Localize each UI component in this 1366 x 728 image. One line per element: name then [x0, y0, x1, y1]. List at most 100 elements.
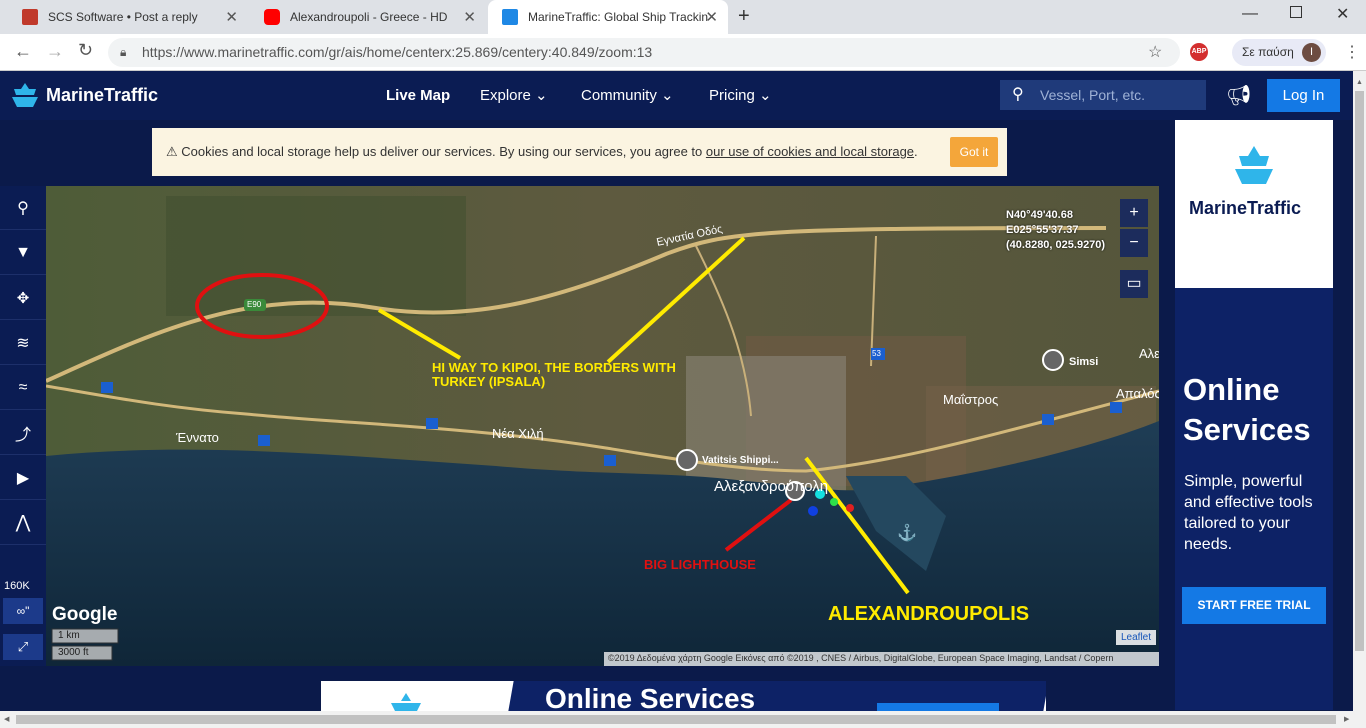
- bottom-advert-title: Online Services: [545, 683, 756, 711]
- scs-favicon-icon: [22, 9, 38, 25]
- start-free-trial-button[interactable]: START FREE TRIAL: [1182, 587, 1326, 624]
- advert-logo-area: MarineTraffic: [1175, 120, 1333, 288]
- filter-button[interactable]: ▼: [0, 231, 46, 275]
- address-bar: ← → ↻ 🔒︎ https://www.marinetraffic.com/g…: [0, 34, 1366, 71]
- map-icon: ▭: [1126, 275, 1142, 292]
- google-logo: Google: [52, 604, 118, 625]
- ship-logo-icon: [1235, 146, 1273, 184]
- avatar: I: [1302, 43, 1321, 62]
- map-search-button[interactable]: ⚲: [0, 186, 46, 230]
- megaphone-icon[interactable]: 📢︎: [1226, 83, 1251, 108]
- bottom-advert-button[interactable]: [877, 703, 999, 711]
- fleet-icon: ✥: [16, 289, 30, 307]
- leaflet-link[interactable]: Leaflet: [1116, 630, 1156, 645]
- route-53-label: 53: [872, 349, 881, 358]
- scroll-thumb[interactable]: [16, 715, 1336, 724]
- routes-button[interactable]: ⤴: [0, 411, 46, 455]
- nav-pricing[interactable]: Pricing ⌄: [709, 71, 772, 120]
- advert-body: Simple, powerful and effective tools tai…: [1184, 473, 1313, 553]
- close-tab-icon[interactable]: ✕: [705, 8, 718, 26]
- layers-button[interactable]: ≋: [0, 321, 46, 365]
- nav-explore[interactable]: Explore ⌄: [480, 71, 548, 120]
- scroll-thumb[interactable]: [1355, 91, 1364, 651]
- compass-icon: ⋀: [15, 512, 31, 532]
- nav-live-map[interactable]: Live Map: [386, 71, 450, 120]
- advert-logo-text: MarineTraffic: [1189, 198, 1302, 218]
- anchor-icon[interactable]: ⚓: [897, 523, 917, 543]
- nav-community[interactable]: Community ⌄: [581, 71, 674, 120]
- new-tab-icon[interactable]: +: [738, 5, 750, 28]
- bookmark-star-icon[interactable]: ☆: [1148, 38, 1162, 67]
- infinity-button[interactable]: ∞": [3, 598, 43, 624]
- back-icon[interactable]: ←: [14, 41, 32, 62]
- search-icon: ⚲: [17, 199, 29, 217]
- tab-marinetraffic[interactable]: MarineTraffic: Global Ship Trackin ✕: [488, 0, 728, 34]
- cookie-banner: ⚠ Cookies and local storage help us deli…: [152, 128, 1007, 176]
- browser-tab-bar: SCS Software • Post a reply ✕ Alexandrou…: [0, 0, 1366, 34]
- ship-logo-icon: [391, 693, 421, 711]
- zoom-out-button[interactable]: −: [1120, 229, 1148, 257]
- search-input[interactable]: ⚲ Vessel, Port, etc.: [1000, 80, 1206, 110]
- menu-kebab-icon[interactable]: ⋮: [1344, 42, 1360, 62]
- got-it-button[interactable]: Got it: [950, 137, 998, 167]
- map-type-button[interactable]: ▭: [1120, 270, 1148, 298]
- bottom-advert[interactable]: Online Services: [321, 681, 1046, 711]
- annotation-lighthouse: BIG LIGHTHOUSE: [644, 557, 756, 572]
- map-view[interactable]: Εγνατία Οδός Έννατο Νέα Χιλή Αλεξανδρούπ…: [46, 186, 1159, 666]
- scale-km: 1 km: [58, 630, 80, 641]
- label-vatitsis: Vatitsis Shippi...: [702, 455, 779, 466]
- fleets-button[interactable]: ✥: [0, 276, 46, 320]
- route-e90-label: E90: [247, 300, 262, 309]
- label-enato: Έννατο: [176, 430, 219, 445]
- play-icon: ▶: [16, 469, 30, 487]
- zoom-in-button[interactable]: +: [1120, 199, 1148, 227]
- annotation-highway: HI WAY TO KIPOI, THE BORDERS WITH TURKEY…: [432, 360, 676, 389]
- wind-icon: ≈: [18, 378, 28, 396]
- adblock-icon[interactable]: ABP: [1190, 43, 1208, 61]
- url-field[interactable]: 🔒︎ https://www.marinetraffic.com/gr/ais/…: [108, 38, 1180, 67]
- site-header: MarineTraffic Live Map Explore ⌄ Communi…: [0, 71, 1353, 120]
- chevron-down-icon: ⌄: [759, 87, 772, 104]
- lock-icon: 🔒︎: [120, 45, 127, 59]
- login-button[interactable]: Log In: [1267, 79, 1340, 112]
- tab-title: Alexandroupoli - Greece - HD: [290, 10, 448, 24]
- map-attribution: ©2019 Δεδομένα χάρτη Google Εικόνες από …: [608, 653, 1114, 663]
- logo[interactable]: [10, 81, 40, 114]
- paused-label: Σε παύση: [1242, 45, 1294, 59]
- close-window-icon[interactable]: ✕: [1336, 4, 1349, 24]
- tab-title: SCS Software • Post a reply: [48, 10, 198, 24]
- scroll-up-icon[interactable]: ▲: [1356, 79, 1363, 86]
- label-alexandroupoli: Αλεξανδρούπολη: [714, 478, 829, 495]
- maximize-icon[interactable]: [1290, 6, 1302, 18]
- reload-icon[interactable]: ↻: [78, 40, 93, 61]
- advert-title: Online Services: [1183, 372, 1311, 447]
- scroll-left-icon[interactable]: ◀: [4, 715, 9, 723]
- map-toolbar: ⚲ ▼ ✥ ≋ ≈ ⤴ ▶ ⋀ 160K ∞" ⤢: [0, 186, 46, 666]
- url-text: https://www.marinetraffic.com/gr/ais/hom…: [142, 44, 653, 60]
- minimize-icon[interactable]: —: [1242, 5, 1258, 23]
- annotation-city: ALEXANDROUPOLIS: [828, 603, 1030, 625]
- fullscreen-icon[interactable]: ⤢: [3, 634, 43, 660]
- tab-alexandroupoli[interactable]: Alexandroupoli - Greece - HD ✕: [250, 0, 486, 34]
- paused-profile-button[interactable]: Σε παύση I: [1232, 39, 1326, 66]
- vertical-scrollbar[interactable]: ▲: [1353, 71, 1366, 711]
- tab-scs-software[interactable]: SCS Software • Post a reply ✕: [8, 0, 248, 34]
- close-tab-icon[interactable]: ✕: [225, 8, 238, 26]
- horizontal-scrollbar[interactable]: ◀ ▶: [0, 711, 1366, 728]
- label-apalos: Απαλός: [1116, 386, 1159, 401]
- cookie-policy-link[interactable]: our use of cookies and local storage: [706, 144, 914, 159]
- bottom-advert-logo-area: [321, 681, 521, 711]
- scale-ft: 3000 ft: [58, 647, 89, 658]
- close-tab-icon[interactable]: ✕: [463, 8, 476, 26]
- advert-sidebar[interactable]: MarineTraffic Online Services Simple, po…: [1175, 120, 1333, 710]
- scroll-right-icon[interactable]: ▶: [1344, 715, 1349, 723]
- search-icon: ⚲: [1012, 86, 1024, 103]
- cookie-text: Cookies and local storage help us delive…: [181, 144, 703, 159]
- logo-text[interactable]: MarineTraffic: [46, 85, 158, 106]
- playback-button[interactable]: ▶: [0, 456, 46, 500]
- weather-button[interactable]: ≈: [0, 366, 46, 410]
- warning-icon: ⚠: [166, 144, 178, 159]
- forward-icon[interactable]: →: [46, 41, 64, 62]
- measure-button[interactable]: ⋀: [0, 501, 46, 545]
- coordinates-readout: N40°49'40.68 E025°55'37.37 (40.8280, 025…: [1006, 209, 1106, 251]
